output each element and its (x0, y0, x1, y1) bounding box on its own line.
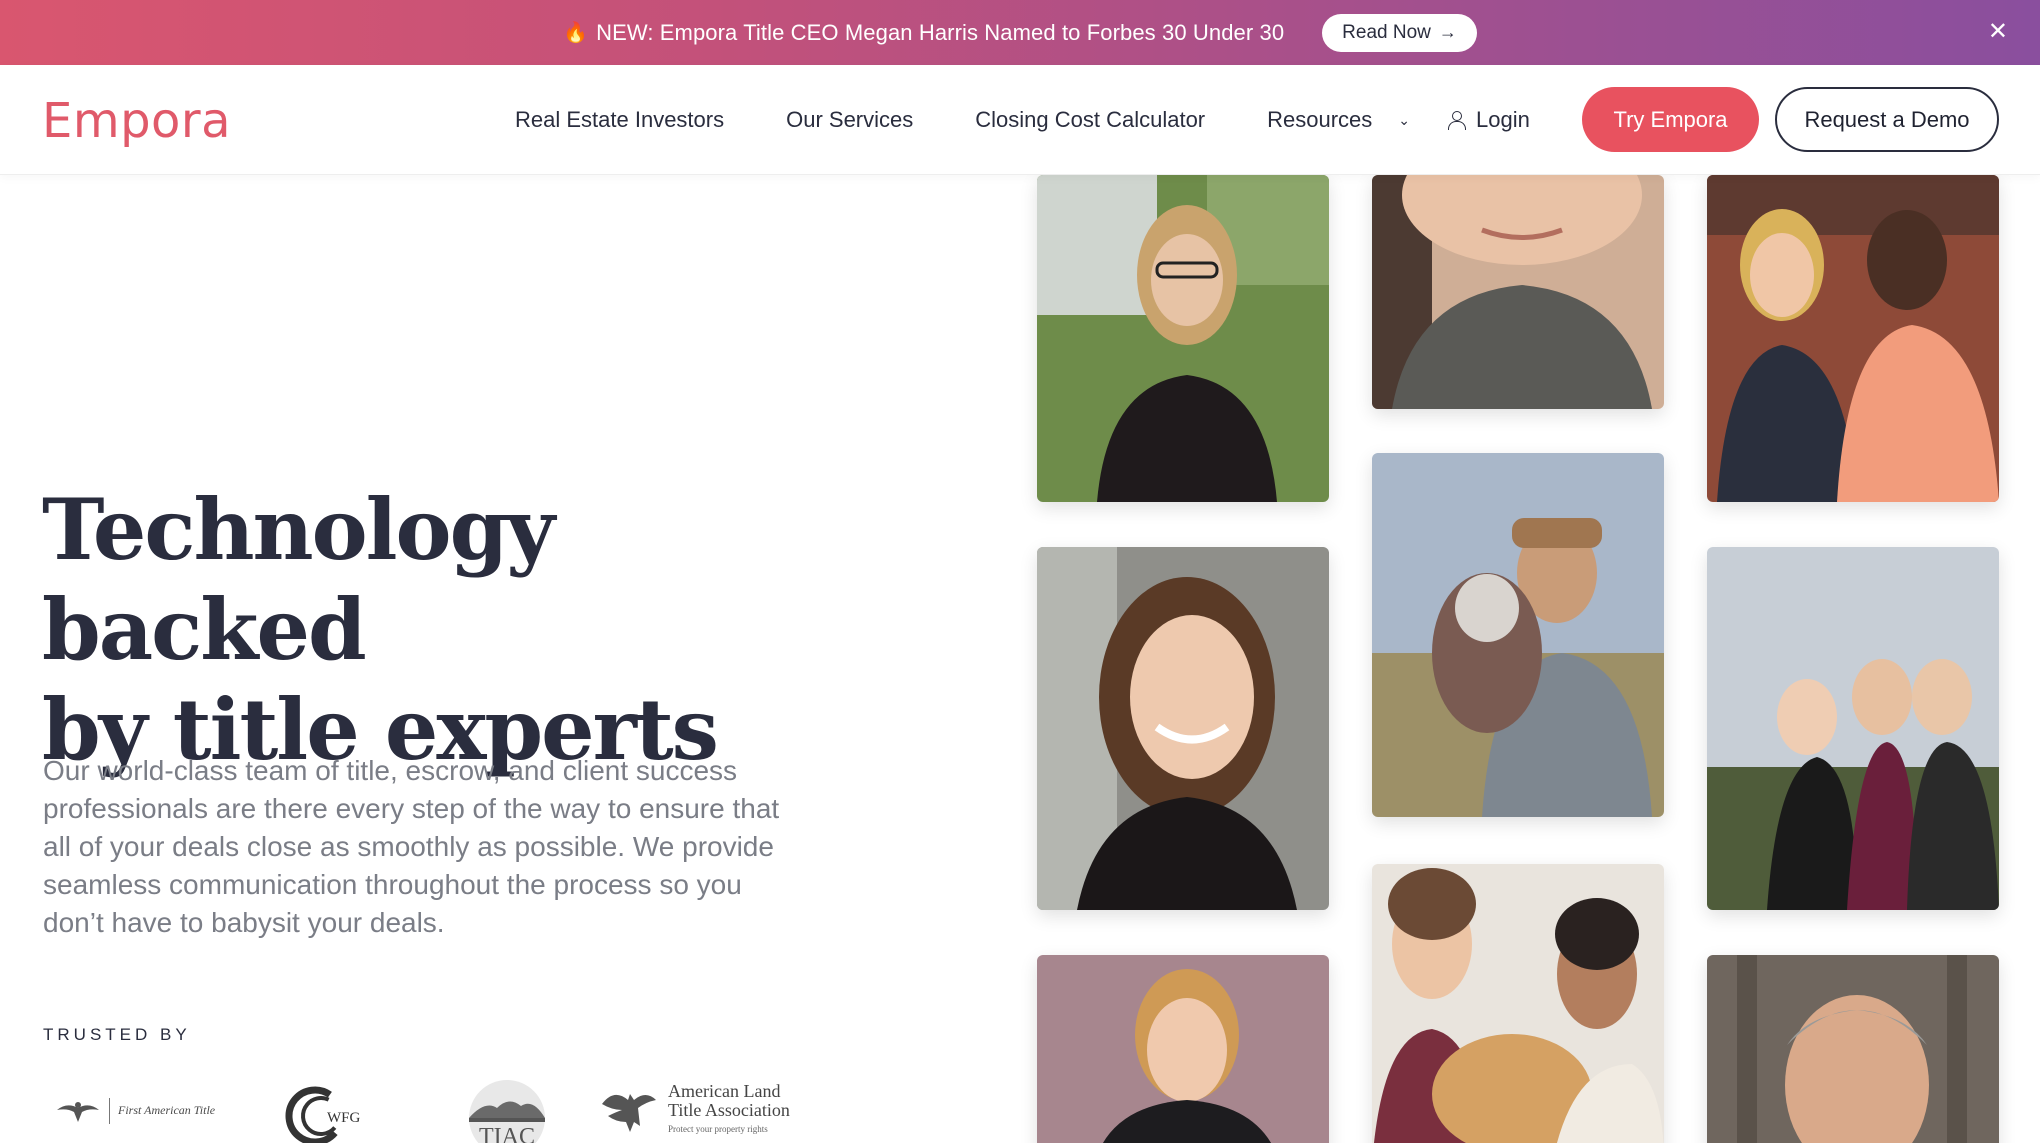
team-photo (1707, 955, 1999, 1143)
logo-divider (109, 1097, 110, 1124)
trusted-logos: First American Title WFG TIAC American L… (55, 1078, 815, 1143)
try-empora-button[interactable]: Try Empora (1582, 87, 1759, 152)
arrow-right-icon: → (1438, 22, 1457, 42)
team-photo (1707, 547, 1999, 910)
hero-body: Our world-class team of title, escrow, a… (43, 755, 780, 938)
request-demo-button[interactable]: Request a Demo (1775, 87, 1999, 152)
nav-links: Real Estate Investors Our Services Closi… (515, 65, 1410, 175)
alta-line1: American Land (668, 1081, 781, 1101)
alta-line2: Title Association (668, 1100, 790, 1120)
first-american-text: First American Title (118, 1103, 216, 1117)
login-label: Login (1476, 107, 1530, 132)
chevron-down-icon: ⌄ (1398, 111, 1411, 128)
nav-resources[interactable]: Resources ⌄ (1267, 107, 1410, 133)
team-photo (1037, 955, 1329, 1143)
main-nav: Empora Real Estate Investors Our Service… (0, 65, 2040, 175)
eagle-icon (57, 1101, 99, 1122)
team-photo (1372, 864, 1664, 1143)
team-photo (1037, 547, 1329, 910)
announcement-text-wrap: 🔥 NEW: Empora Title CEO Megan Harris Nam… (563, 20, 1284, 46)
wfg-text: WFG (327, 1110, 361, 1126)
nav-closing-cost-calculator[interactable]: Closing Cost Calculator (975, 107, 1205, 133)
tiac-text: TIAC (479, 1124, 535, 1143)
team-photo (1372, 453, 1664, 817)
team-photo (1037, 175, 1329, 502)
read-now-button[interactable]: Read Now → (1322, 13, 1477, 52)
hero-headline: Technology backed by title experts (42, 480, 842, 780)
announcement-banner: 🔥 NEW: Empora Title CEO Megan Harris Nam… (0, 0, 2040, 65)
team-photo (1707, 175, 1999, 502)
alta-tagline: Protect your property rights (668, 1124, 768, 1134)
announcement-text: NEW: Empora Title CEO Megan Harris Named… (596, 19, 1285, 45)
close-icon[interactable]: ✕ (1988, 18, 2008, 46)
nav-real-estate-investors[interactable]: Real Estate Investors (515, 107, 724, 133)
user-icon (1448, 111, 1466, 130)
trusted-by-label: TRUSTED BY (43, 1025, 191, 1044)
alta-logo: American Land Title Association Protect … (600, 1078, 790, 1143)
flame-icon: 🔥 (563, 22, 589, 44)
alta-text: American Land Title Association Protect … (668, 1082, 790, 1139)
tiac-logo: TIAC (465, 1078, 549, 1143)
read-now-label: Read Now (1342, 21, 1431, 43)
team-photo (1372, 175, 1664, 409)
wfg-logo: WFG (283, 1078, 363, 1143)
login-link[interactable]: Login (1448, 65, 1530, 175)
nav-resources-label: Resources (1267, 107, 1373, 132)
eagle-icon (602, 1093, 656, 1132)
first-american-logo: First American Title (55, 1078, 215, 1143)
empora-logo[interactable]: Empora (42, 93, 231, 149)
nav-our-services[interactable]: Our Services (786, 107, 913, 133)
hero-headline-line1: Technology backed (42, 480, 555, 679)
